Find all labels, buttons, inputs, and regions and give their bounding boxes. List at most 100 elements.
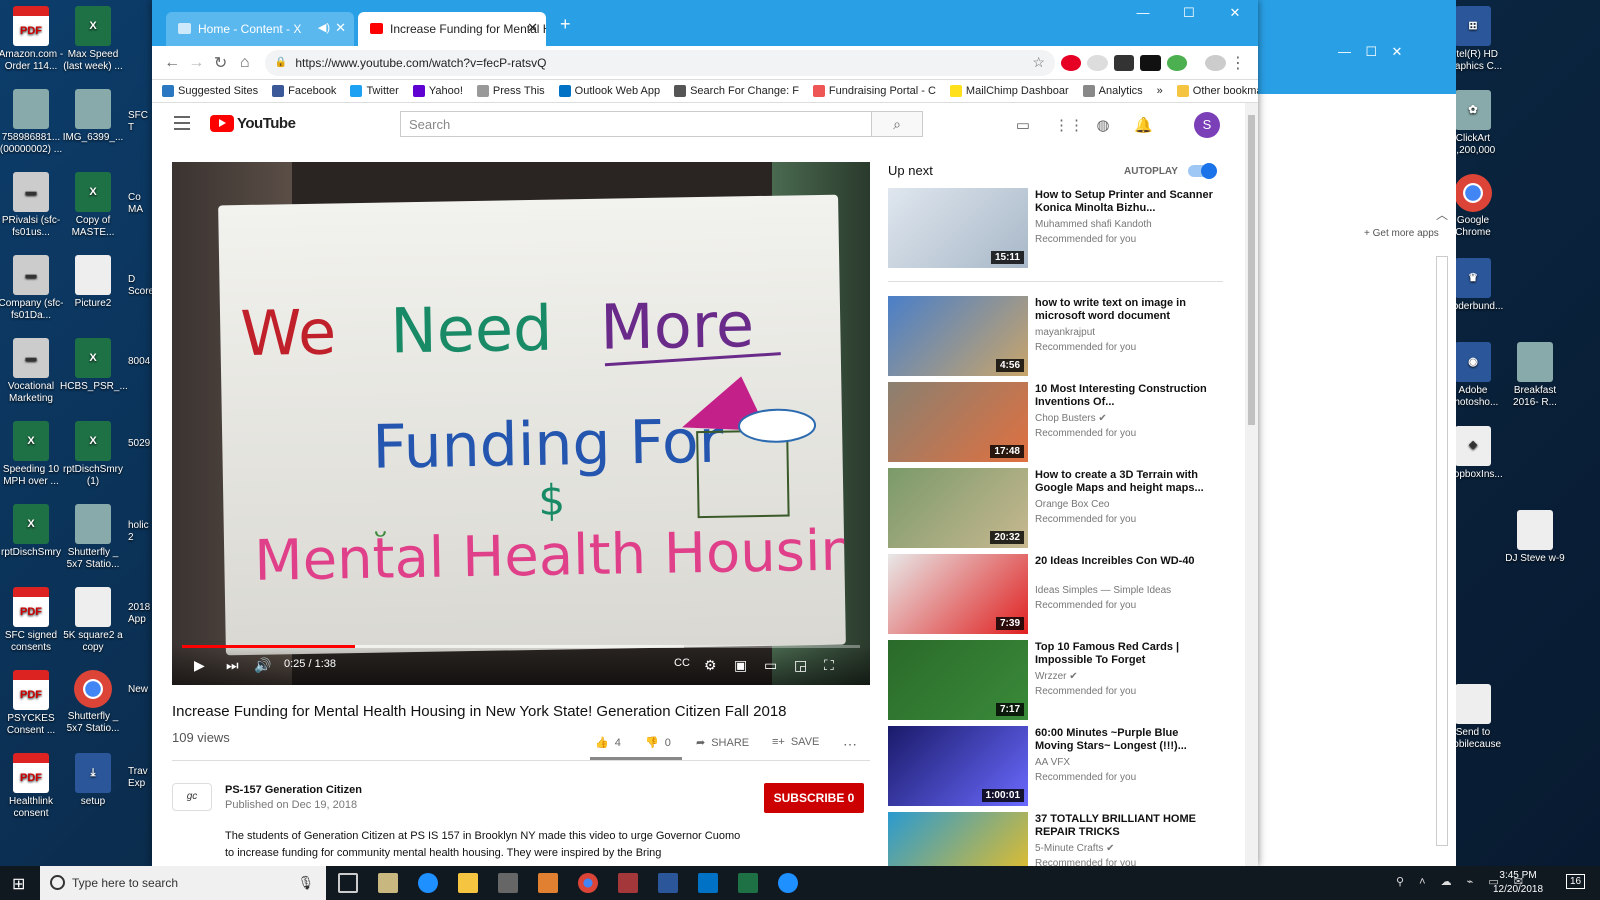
desktop-icon[interactable]: XrptDischSmry [0, 504, 64, 559]
desktop-icon[interactable]: DJ Steve w-9 [1502, 510, 1568, 565]
desktop-icon-partial[interactable]: 2018 App [128, 602, 152, 626]
recommended-video[interactable]: 7:17 Top 10 Famous Red Cards | Impossible… [888, 640, 1218, 720]
dislike-button[interactable]: 👎 0 [645, 736, 671, 750]
file-explorer-icon[interactable] [458, 873, 478, 893]
recommended-video-title[interactable]: how to write text on image in microsoft … [1035, 297, 1215, 323]
desktop-icon[interactable]: PDF SFC signed consents [0, 587, 64, 654]
recommended-video-title[interactable]: 20 Ideas Increibles Con WD-40 [1035, 555, 1215, 568]
shield-extension-icon[interactable] [1113, 54, 1135, 71]
desktop-icon[interactable]: ▬ PRivalsi (sfc-fs01us... [0, 172, 64, 239]
desktop-icon-partial[interactable]: holic 2 [128, 520, 152, 544]
bookmark-item[interactable]: MailChimp Dashboar [949, 85, 1069, 97]
channel-logo[interactable]: gc [172, 783, 212, 811]
next-icon[interactable]: ⏭ [226, 657, 239, 674]
save-button[interactable]: ≡+ SAVE [772, 736, 819, 748]
recommended-video[interactable]: 4:56 how to write text on image in micros… [888, 296, 1218, 376]
media-app-icon[interactable] [538, 873, 558, 893]
desktop-icon[interactable]: Shutterfly _ 5x7 Statio... [60, 504, 126, 571]
settings-gear-icon[interactable]: ⚙ [704, 657, 717, 674]
recommended-video[interactable]: 7:39 20 Ideas Increibles Con WD-40 Ideas S… [888, 554, 1218, 634]
bookmark-item[interactable]: Fundraising Portal - C [812, 85, 936, 97]
desktop-icon[interactable]: ⤓ setup [60, 753, 126, 808]
bookmark-item[interactable]: Facebook [272, 85, 336, 97]
desktop-icon[interactable]: X Speeding 10 MPH over ... [0, 421, 64, 488]
desktop-icon[interactable]: PDF Healthlink consent [0, 753, 64, 820]
desktop-icon-partial[interactable]: New [128, 684, 152, 696]
desktop-icon[interactable]: Breakfast 2016- R... [1502, 342, 1568, 409]
windows-start-icon[interactable]: ⊞ [12, 874, 25, 894]
desktop-icon[interactable]: PDF Amazon.com - Order 114... [0, 6, 64, 73]
play-icon[interactable]: ▶ [194, 657, 205, 674]
notifications-bell-icon[interactable]: 🔔 [1134, 117, 1153, 135]
recommended-video[interactable]: 15:11 How to Setup Printer and Scanner Ko… [888, 188, 1218, 268]
recommended-video-title[interactable]: 10 Most Interesting Construction Inventi… [1035, 383, 1215, 409]
taskbar-search-input[interactable]: Type here to search 🎙 [40, 866, 326, 900]
recommended-video-title[interactable]: 37 TOTALLY BRILLIANT HOME REPAIR TRICKS [1035, 813, 1215, 839]
recommended-video-title[interactable]: Top 10 Famous Red Cards | Impossible To … [1035, 641, 1215, 667]
search-input[interactable]: Search [400, 111, 872, 137]
chevron-up-icon[interactable]: ︿ [1436, 206, 1448, 223]
tab-youtube-video[interactable]: Increase Funding for Mental Hea ✕ [358, 12, 546, 46]
bookmark-item[interactable]: Suggested Sites [162, 85, 258, 97]
apps-grid-icon[interactable]: ⋮⋮ [1054, 117, 1084, 135]
youtube-logo[interactable]: YouTube [210, 115, 296, 132]
desktop-icon[interactable]: 758986881... (00000002) ... [0, 89, 64, 156]
desktop-icon[interactable]: Shutterfly _ 5x7 Statio... [60, 670, 126, 735]
url-field[interactable]: 🔒 https://www.youtube.com/watch?v=fecP-r… [264, 49, 1055, 76]
channel-name[interactable]: PS-157 Generation Citizen [225, 784, 362, 796]
desktop-icon[interactable]: Picture2 [60, 255, 126, 310]
bookmark-item[interactable]: Yahoo! [412, 85, 463, 97]
bookmark-item[interactable]: Twitter [350, 85, 399, 97]
messages-icon[interactable]: ◍ [1094, 117, 1112, 135]
action-center-badge[interactable]: 16 [1566, 874, 1586, 889]
cast-icon[interactable]: ◲ [794, 657, 807, 674]
extension-icon[interactable] [1166, 54, 1188, 71]
bookmark-item[interactable]: Analytics [1082, 85, 1143, 97]
edge-icon[interactable] [418, 873, 438, 893]
recommended-video-title[interactable]: 60:00 Minutes ~Purple Blue Moving Stars~… [1035, 727, 1215, 753]
outlook-icon[interactable] [698, 873, 718, 893]
desktop-icon[interactable]: ▬ Vocational Marketing [0, 338, 64, 405]
minimize-button[interactable]: — [1120, 0, 1166, 28]
desktop-icon-partial[interactable]: Trav Exp [128, 766, 152, 790]
side-panel-window-controls[interactable]: — ☐ ✕ [1338, 44, 1402, 60]
desktop-icon[interactable]: ▬ Company (sfc-fs01Da... [0, 255, 64, 322]
access-icon[interactable] [618, 873, 638, 893]
kebab-menu-icon[interactable]: ⋮ [1226, 53, 1250, 73]
progress-bar[interactable] [182, 645, 860, 648]
search-button[interactable]: ⌕ [871, 111, 923, 137]
recommended-video[interactable]: 17:48 10 Most Interesting Construction In… [888, 382, 1218, 462]
home-icon[interactable]: ⌂ [233, 54, 257, 72]
recommended-video[interactable]: 20:32 How to create a 3D Terrain with Goo… [888, 468, 1218, 548]
extension-icon[interactable] [1140, 54, 1161, 71]
desktop-icon[interactable]: XrptDischSmry (1) [60, 421, 126, 488]
store-icon[interactable] [498, 873, 518, 893]
close-icon[interactable]: ✕ [335, 20, 346, 36]
side-panel-scrollbar[interactable] [1436, 256, 1448, 846]
miniplayer-icon[interactable]: ▣ [734, 657, 747, 674]
avatar[interactable]: S [1194, 112, 1220, 138]
back-icon[interactable]: ← [160, 54, 184, 72]
desktop-icon-partial[interactable]: SFC T [128, 110, 152, 134]
video-thumbnail[interactable]: 4:56 [888, 296, 1028, 376]
close-icon[interactable]: ✕ [527, 20, 538, 36]
video-thumbnail[interactable]: 7:39 [888, 554, 1028, 634]
captions-icon[interactable]: CC [674, 657, 690, 669]
desktop-icon-partial[interactable]: 8004 [128, 356, 152, 368]
bookmark-item[interactable]: Outlook Web App [558, 85, 660, 97]
bookmark-item[interactable]: Other bookmarks [1176, 85, 1258, 97]
volume-icon[interactable]: 🔊 [254, 657, 271, 674]
close-window-button[interactable]: ✕ [1212, 0, 1258, 28]
bookmark-star-icon[interactable]: ☆ [1032, 54, 1045, 71]
recommended-video-title[interactable]: How to Setup Printer and Scanner Konica … [1035, 189, 1215, 215]
recommended-video-title[interactable]: How to create a 3D Terrain with Google M… [1035, 469, 1215, 495]
video-thumbnail[interactable]: 15:11 [888, 188, 1028, 268]
page-scrollbar[interactable] [1245, 103, 1258, 866]
desktop-icon[interactable]: IMG_6399_... [60, 89, 126, 144]
like-button[interactable]: 👍 4 [595, 736, 621, 750]
autoplay-toggle[interactable] [1188, 163, 1217, 179]
desktop-icon[interactable]: X HCBS_PSR_... [60, 338, 128, 393]
recommended-video[interactable]: 1:00:01 60:00 Minutes ~Purple Blue Moving… [888, 726, 1218, 806]
bookmark-item[interactable]: Press This [476, 85, 545, 97]
bookmark-item[interactable]: » [1157, 85, 1163, 97]
